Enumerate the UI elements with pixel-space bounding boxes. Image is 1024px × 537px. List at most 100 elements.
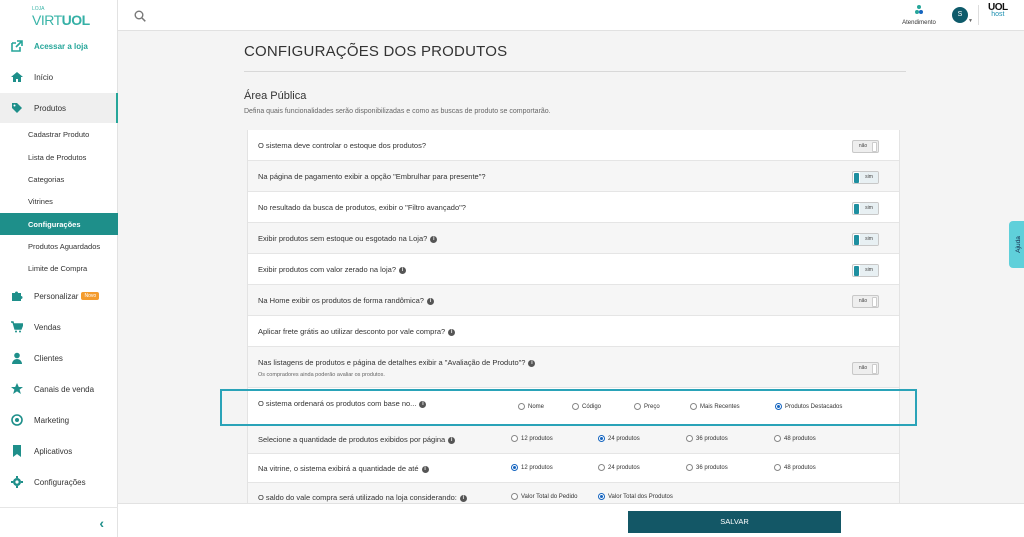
info-icon[interactable]: i [448, 328, 456, 336]
info-icon[interactable]: i [528, 359, 536, 367]
setting-row: Nas listagens de produtos e página de de… [248, 347, 899, 388]
radio-36[interactable]: 36 produtos [686, 464, 728, 471]
page-title: CONFIGURAÇÕES DOS PRODUTOS [244, 43, 508, 60]
radio-48[interactable]: 48 produtos [774, 464, 816, 471]
collapse-sidebar-button[interactable]: ‹ [0, 507, 118, 537]
puzzle-icon [10, 289, 24, 303]
sidebar-subitem-vitrines[interactable]: Vitrines [0, 190, 118, 212]
info-icon[interactable]: i [459, 494, 467, 502]
radio-24[interactable]: 24 produtos [598, 464, 640, 471]
gear-icon [10, 475, 24, 489]
setting-note: Os compradores ainda poderão avaliar os … [258, 372, 385, 378]
main-content: CONFIGURAÇÕES DOS PRODUTOS Área Pública … [118, 31, 1024, 537]
sidebar-item-label: Acessar a loja [34, 41, 88, 51]
divider [244, 71, 906, 72]
section-description: Defina quais funcionalidades serão dispo… [244, 108, 551, 115]
search-icon[interactable] [134, 9, 146, 27]
tag-icon [10, 101, 24, 115]
sidebar-item-inicio[interactable]: Início [0, 62, 118, 92]
info-icon[interactable]: i [399, 266, 406, 274]
radio-36[interactable]: 36 produtos [686, 435, 728, 442]
setting-row: Aplicar frete grátis ao utilizar descont… [248, 316, 899, 347]
sidebar-item-canais-venda[interactable]: Canais de venda [0, 374, 118, 404]
help-tab[interactable]: Ajuda [1009, 221, 1024, 268]
setting-question: Exibir produtos sem estoque ou esgotado … [258, 234, 438, 243]
sidebar-subitem-cadastrar-produto[interactable]: Cadastrar Produto [0, 123, 118, 145]
setting-question: O saldo do vale compra será utilizado na… [258, 493, 467, 502]
settings-list: O sistema deve controlar o estoque dos p… [247, 130, 900, 510]
radio-valor-produtos[interactable]: Valor Total dos Produtos [598, 493, 673, 500]
sidebar-item-produtos[interactable]: Produtos [0, 93, 118, 123]
toggle-switch[interactable]: sim [852, 233, 879, 246]
target-icon [10, 413, 24, 427]
toggle-switch[interactable]: sim [852, 202, 879, 215]
sidebar-subitem-categorias[interactable]: Categorias [0, 168, 118, 190]
sidebar-subitem-configuracoes[interactable]: Configurações [0, 213, 118, 235]
setting-row: Exibir produtos com valor zerado na loja… [248, 254, 899, 285]
sidebar-subitem-produtos-aguardados[interactable]: Produtos Aguardados [0, 235, 118, 257]
info-icon[interactable]: i [448, 436, 456, 444]
sidebar-item-label: Início [34, 72, 54, 82]
sidebar-item-label: Vendas [34, 322, 61, 332]
toggle-switch[interactable]: não [852, 140, 879, 153]
sidebar-item-acessar-loja[interactable]: Acessar a loja [0, 31, 118, 61]
toggle-switch[interactable]: sim [852, 264, 879, 277]
sidebar-item-label: Marketing [34, 415, 70, 425]
atendimento-label: Atendimento [902, 20, 936, 26]
atendimento-button[interactable]: Atendimento [898, 4, 940, 26]
setting-question: Na Home exibir os produtos de forma rand… [258, 296, 434, 305]
star-icon [10, 382, 24, 396]
uol-host-logo[interactable]: UOL host [988, 3, 1008, 19]
cart-icon [10, 320, 24, 334]
setting-row-vitrine: Na vitrine, o sistema exibirá a quantida… [248, 454, 899, 483]
toggle-switch[interactable]: não [852, 295, 879, 308]
radio-valor-pedido[interactable]: Valor Total do Pedido [511, 493, 577, 500]
external-link-icon [10, 39, 24, 53]
radio-24[interactable]: 24 produtos [598, 435, 640, 442]
bookmark-icon [10, 444, 24, 458]
new-badge: Novo [81, 292, 100, 301]
setting-question: No resultado da busca de produtos, exibi… [258, 203, 466, 212]
support-icon [898, 4, 940, 18]
radio-48[interactable]: 48 produtos [774, 435, 816, 442]
topbar: Atendimento S ▼ UOL host [118, 0, 1024, 31]
sidebar: LOJA VIRTUOL Acessar a loja Início Produ… [0, 0, 118, 537]
save-button[interactable]: SALVAR [628, 511, 841, 533]
setting-row: Na página de pagamento exibir a opção "E… [248, 161, 899, 192]
setting-question: O sistema deve controlar o estoque dos p… [258, 141, 427, 150]
setting-row: Na Home exibir os produtos de forma rand… [248, 285, 899, 316]
setting-row: O sistema deve controlar o estoque dos p… [248, 130, 899, 161]
sidebar-item-vendas[interactable]: Vendas [0, 312, 118, 342]
sidebar-item-aplicativos[interactable]: Aplicativos [0, 436, 118, 466]
setting-question: Aplicar frete grátis ao utilizar descont… [258, 327, 456, 336]
sidebar-item-label: Clientes [34, 353, 63, 363]
setting-row-quantidade: Selecione a quantidade de produtos exibi… [248, 425, 899, 454]
radio-12[interactable]: 12 produtos [511, 464, 553, 471]
setting-question: Selecione a quantidade de produtos exibi… [258, 435, 456, 444]
sidebar-subitem-limite-compra[interactable]: Limite de Compra [0, 257, 118, 279]
section-title: Área Pública [244, 90, 307, 102]
logo[interactable]: LOJA VIRTUOL [30, 6, 90, 30]
sidebar-item-personalizar[interactable]: Personalizar Novo [0, 281, 118, 311]
avatar[interactable]: S [952, 7, 968, 23]
sidebar-item-label: Configurações [34, 477, 86, 487]
info-icon[interactable]: i [430, 235, 438, 243]
highlight-box [220, 389, 917, 426]
info-icon[interactable]: i [426, 297, 434, 305]
setting-question: Nas listagens de produtos e página de de… [258, 358, 536, 367]
setting-question: Exibir produtos com valor zerado na loja… [258, 265, 406, 274]
setting-question: Na página de pagamento exibir a opção "E… [258, 172, 486, 181]
chevron-down-icon[interactable]: ▼ [968, 18, 973, 24]
sidebar-item-label: Aplicativos [34, 446, 73, 456]
chevron-left-icon: ‹ [99, 515, 104, 531]
sidebar-item-marketing[interactable]: Marketing [0, 405, 118, 435]
setting-row: No resultado da busca de produtos, exibi… [248, 192, 899, 223]
sidebar-subitem-lista-produtos[interactable]: Lista de Produtos [0, 146, 118, 168]
radio-12[interactable]: 12 produtos [511, 435, 553, 442]
toggle-switch[interactable]: não [852, 362, 879, 375]
info-icon[interactable]: i [421, 465, 429, 473]
toggle-switch[interactable]: sim [852, 171, 879, 184]
sidebar-item-clientes[interactable]: Clientes [0, 343, 118, 373]
sidebar-item-configuracoes[interactable]: Configurações [0, 467, 118, 497]
sidebar-item-label: Personalizar Novo [34, 292, 100, 301]
